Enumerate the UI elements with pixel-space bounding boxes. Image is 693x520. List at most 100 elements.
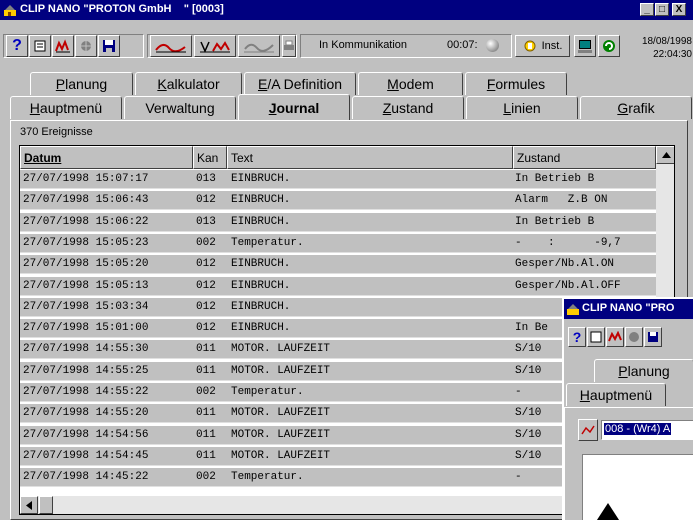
tab-linien[interactable]: Linien xyxy=(466,96,578,119)
tab-zustand[interactable]: Zustand xyxy=(352,96,464,119)
notepad-button[interactable] xyxy=(29,35,51,57)
scroll-thumb[interactable] xyxy=(39,496,53,514)
cell-kanal: 011 xyxy=(196,407,216,420)
table-row[interactable]: 27/07/1998 14:55:22 002 Temperatur. - xyxy=(20,383,656,402)
table-row[interactable]: 27/07/1998 15:01:00 012 EINBRUCH. In Be xyxy=(20,319,656,339)
second-chart-button[interactable] xyxy=(606,327,624,347)
cell-kanal: 002 xyxy=(196,236,216,249)
cell-text: MOTOR. LAUFZEIT xyxy=(231,428,331,441)
curve-button-1[interactable] xyxy=(150,35,192,57)
second-tab-hauptmenu[interactable]: Hauptmenü xyxy=(566,383,666,406)
window-title: CLIP NANO "PROTON GmbH " [0003] xyxy=(20,3,224,15)
second-save-button[interactable] xyxy=(644,327,662,347)
help-button[interactable]: ? xyxy=(6,35,28,57)
install-button[interactable]: Inst. xyxy=(515,35,570,57)
cell-text: Temperatur. xyxy=(231,471,304,484)
refresh-button[interactable] xyxy=(598,35,620,57)
tab-planung[interactable]: Planung xyxy=(30,72,133,95)
maximize-button[interactable]: □ xyxy=(655,3,669,16)
cell-text: EINBRUCH. xyxy=(231,194,291,207)
scroll-left-button[interactable] xyxy=(20,496,38,514)
chart-arrow-icon xyxy=(596,503,620,520)
second-notepad-button[interactable] xyxy=(587,327,605,347)
chart-area xyxy=(582,454,693,520)
tab-modem[interactable]: Modem xyxy=(358,72,463,95)
table-row[interactable]: 27/07/1998 14:54:45 011 MOTOR. LAUFZEIT S/1… xyxy=(20,446,656,466)
cell-datum: 27/07/1998 15:05:23 xyxy=(23,236,149,249)
table-row[interactable]: 27/07/1998 15:07:17 013 EINBRUCH. In Betrie… xyxy=(20,170,656,189)
cell-zustand: S/10 xyxy=(515,343,542,356)
cell-datum: 27/07/1998 15:03:34 xyxy=(23,300,149,313)
cell-text: EINBRUCH. xyxy=(231,322,291,335)
toolbar: ? In Kommunikation 00:07: Inst. 18/08/19… xyxy=(0,20,693,65)
table-row[interactable]: 27/07/1998 14:55:30 011 MOTOR. LAUFZEIT S/1… xyxy=(20,340,656,360)
tab-formules[interactable]: Formules xyxy=(465,72,567,95)
cell-text: EINBRUCH. xyxy=(231,173,291,185)
cell-text: EINBRUCH. xyxy=(231,300,291,313)
tab-hauptmenu[interactable]: Hauptmenü xyxy=(10,96,122,119)
curve-button-3[interactable] xyxy=(238,35,280,57)
cell-zustand: - xyxy=(515,471,522,484)
cell-datum: 27/07/1998 15:05:20 xyxy=(23,258,149,271)
table-row[interactable]: 27/07/1998 14:54:56 011 MOTOR. LAUFZEIT S/1… xyxy=(20,425,656,445)
second-window[interactable]: CLIP NANO "PRO ? Planung Hauptmenü 008 -… xyxy=(562,297,693,520)
save-button[interactable] xyxy=(98,35,120,57)
second-chart-icon xyxy=(608,331,622,342)
second-app-icon xyxy=(567,304,579,315)
cell-datum: 27/07/1998 14:55:20 xyxy=(23,407,149,420)
close-button[interactable]: X xyxy=(672,3,686,16)
computer-button[interactable] xyxy=(574,35,596,57)
cell-kanal: 013 xyxy=(196,173,216,185)
tab-ea-definition[interactable]: E/A Definition xyxy=(244,72,356,95)
column-header-zustand[interactable]: Zustand xyxy=(513,146,656,169)
floppy-icon xyxy=(103,40,115,52)
second-tab-planung[interactable]: Planung xyxy=(594,359,693,382)
minimize-button[interactable]: _ xyxy=(640,3,654,16)
refresh-icon xyxy=(603,40,615,52)
table-row[interactable]: 27/07/1998 14:45:22 002 Temperatur. - xyxy=(20,468,656,488)
column-header-text[interactable]: Text xyxy=(227,146,513,169)
install-icon xyxy=(524,40,536,52)
print-button[interactable] xyxy=(282,35,296,57)
tab-grafik[interactable]: Grafik xyxy=(580,96,692,119)
scroll-up-button[interactable] xyxy=(656,146,674,164)
second-network-button[interactable] xyxy=(625,327,643,347)
table-row[interactable]: 27/07/1998 15:05:13 012 EINBRUCH. Gesper/Nb… xyxy=(20,276,656,296)
cell-kanal: 011 xyxy=(196,364,216,377)
table-row[interactable]: 27/07/1998 15:05:23 002 Temperatur. - : -9,… xyxy=(20,233,656,253)
curve-button-2[interactable] xyxy=(194,35,236,57)
second-curve-button[interactable] xyxy=(578,419,598,441)
tab-journal[interactable]: Journal xyxy=(238,94,350,120)
arrow-up-icon xyxy=(661,152,671,158)
column-header-datum[interactable]: Datum xyxy=(20,146,193,169)
comm-led-icon xyxy=(486,39,499,52)
cell-datum: 27/07/1998 14:55:22 xyxy=(23,386,149,398)
table-row[interactable]: 27/07/1998 15:03:34 012 EINBRUCH. xyxy=(20,297,656,317)
cell-zustand: S/10 xyxy=(515,407,542,420)
cell-text: MOTOR. LAUFZEIT xyxy=(231,407,331,420)
cell-kanal: 011 xyxy=(196,449,216,462)
cell-kanal: 012 xyxy=(196,279,216,292)
title-bar[interactable]: CLIP NANO "PROTON GmbH " [0003] _ □ X xyxy=(0,0,693,20)
channel-select[interactable]: 008 - (Wr4) A xyxy=(601,420,693,440)
cell-datum: 27/07/1998 15:06:22 xyxy=(23,215,149,228)
table-row[interactable]: 27/07/1998 15:06:22 013 EINBRUCH. In Betrie… xyxy=(20,212,656,232)
chart-button[interactable] xyxy=(52,35,74,57)
cell-zustand: S/10 xyxy=(515,428,542,441)
cell-text: MOTOR. LAUFZEIT xyxy=(231,343,331,356)
column-header-kanal[interactable]: Kan xyxy=(193,146,227,169)
second-window-title-bar[interactable]: CLIP NANO "PRO xyxy=(564,299,693,319)
second-help-button[interactable]: ? xyxy=(568,327,586,347)
network-button[interactable] xyxy=(75,35,97,57)
horizontal-scrollbar[interactable] xyxy=(20,496,569,514)
second-network-icon xyxy=(629,332,639,342)
cell-datum: 27/07/1998 14:54:56 xyxy=(23,428,149,441)
printer-icon xyxy=(284,40,294,50)
tab-verwaltung[interactable]: Verwaltung xyxy=(124,96,236,119)
table-row[interactable]: 27/07/1998 14:55:25 011 MOTOR. LAUFZEIT S/1… xyxy=(20,361,656,381)
tab-kalkulator[interactable]: Kalkulator xyxy=(135,72,242,95)
table-row[interactable]: 27/07/1998 15:06:43 012 EINBRUCH. Alarm Z.B… xyxy=(20,191,656,211)
cell-zustand: In Betrieb B xyxy=(515,215,595,228)
table-row[interactable]: 27/07/1998 14:55:20 011 MOTOR. LAUFZEIT S/1… xyxy=(20,404,656,424)
table-row[interactable]: 27/07/1998 15:05:20 012 EINBRUCH. Gesper/Nb… xyxy=(20,255,656,275)
